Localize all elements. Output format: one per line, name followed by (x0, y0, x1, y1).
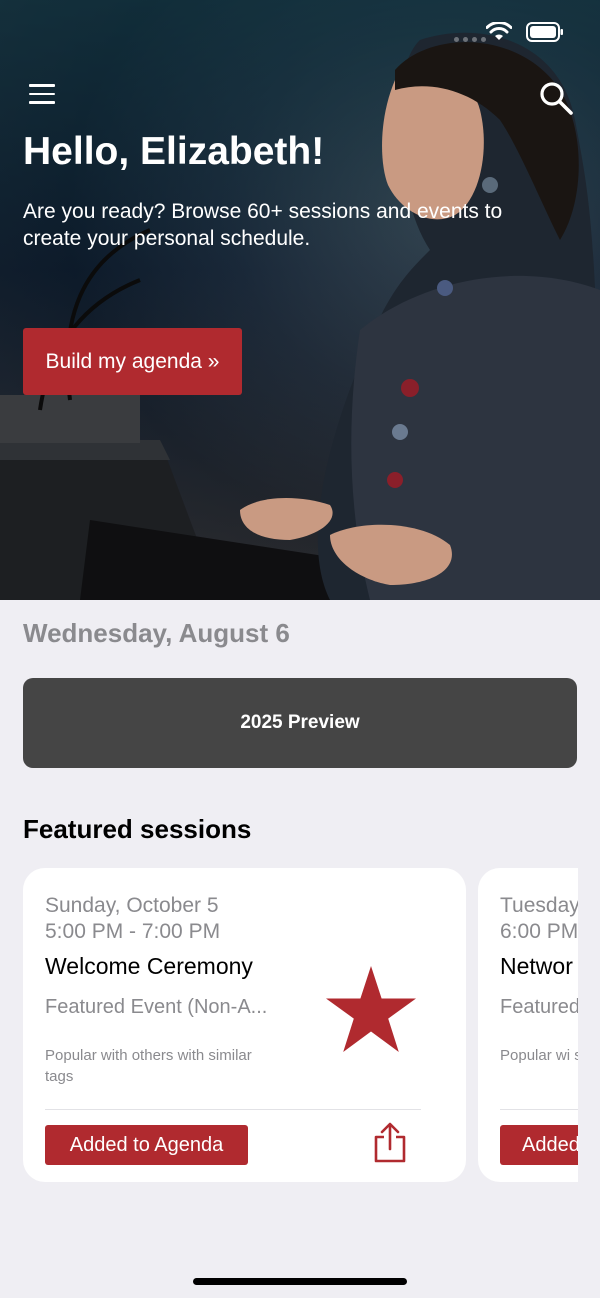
preview-card-label: 2025 Preview (240, 712, 360, 733)
home-indicator[interactable] (193, 1278, 407, 1285)
card-divider (45, 1109, 421, 1110)
featured-carousel[interactable]: Sunday, October 5 5:00 PM - 7:00 PM Welc… (0, 868, 578, 1184)
added-to-agenda-button[interactable]: Added (500, 1125, 578, 1165)
session-date: Sunday, October 5 (45, 894, 219, 917)
session-card[interactable]: Tuesday 6:00 PM Networ Featured Popular … (478, 868, 578, 1182)
session-time: 5:00 PM - 7:00 PM (45, 920, 221, 943)
hero-photo-speaker (0, 32, 600, 600)
date-heading: Wednesday, August 6 (23, 618, 290, 648)
session-recommendation-note: Popular with others with similar tags (45, 1047, 252, 1085)
status-bar (486, 22, 564, 42)
greeting-title: Hello, Elizabeth! (23, 130, 325, 173)
search-icon[interactable] (538, 80, 574, 116)
session-title: Networ (500, 953, 573, 979)
session-category: Featured Event (Non-A... (45, 996, 268, 1018)
session-category: Featured (500, 996, 578, 1018)
hero-banner: Hello, Elizabeth! Are you ready? Browse … (0, 0, 600, 600)
preview-card[interactable]: 2025 Preview (23, 678, 577, 768)
session-title: Welcome Ceremony (45, 953, 253, 979)
session-time: 6:00 PM (500, 920, 578, 943)
hero-subtitle: Are you ready? Browse 60+ sessions and e… (23, 200, 503, 250)
wifi-icon (486, 22, 512, 40)
session-recommendation-note: Popular wi similar tags (500, 1047, 578, 1064)
hamburger-menu-icon[interactable] (29, 84, 57, 106)
session-card[interactable]: Sunday, October 5 5:00 PM - 7:00 PM Welc… (23, 868, 466, 1182)
card-divider (500, 1109, 578, 1110)
build-agenda-button[interactable]: Build my agenda » (23, 328, 242, 395)
share-icon[interactable] (372, 1122, 408, 1164)
signal-dots (454, 37, 486, 42)
featured-sessions-title: Featured sessions (23, 814, 252, 844)
battery-icon (526, 22, 563, 42)
session-date: Tuesday (500, 894, 578, 917)
star-icon[interactable] (326, 966, 416, 1052)
added-to-agenda-button[interactable]: Added to Agenda (45, 1125, 248, 1165)
